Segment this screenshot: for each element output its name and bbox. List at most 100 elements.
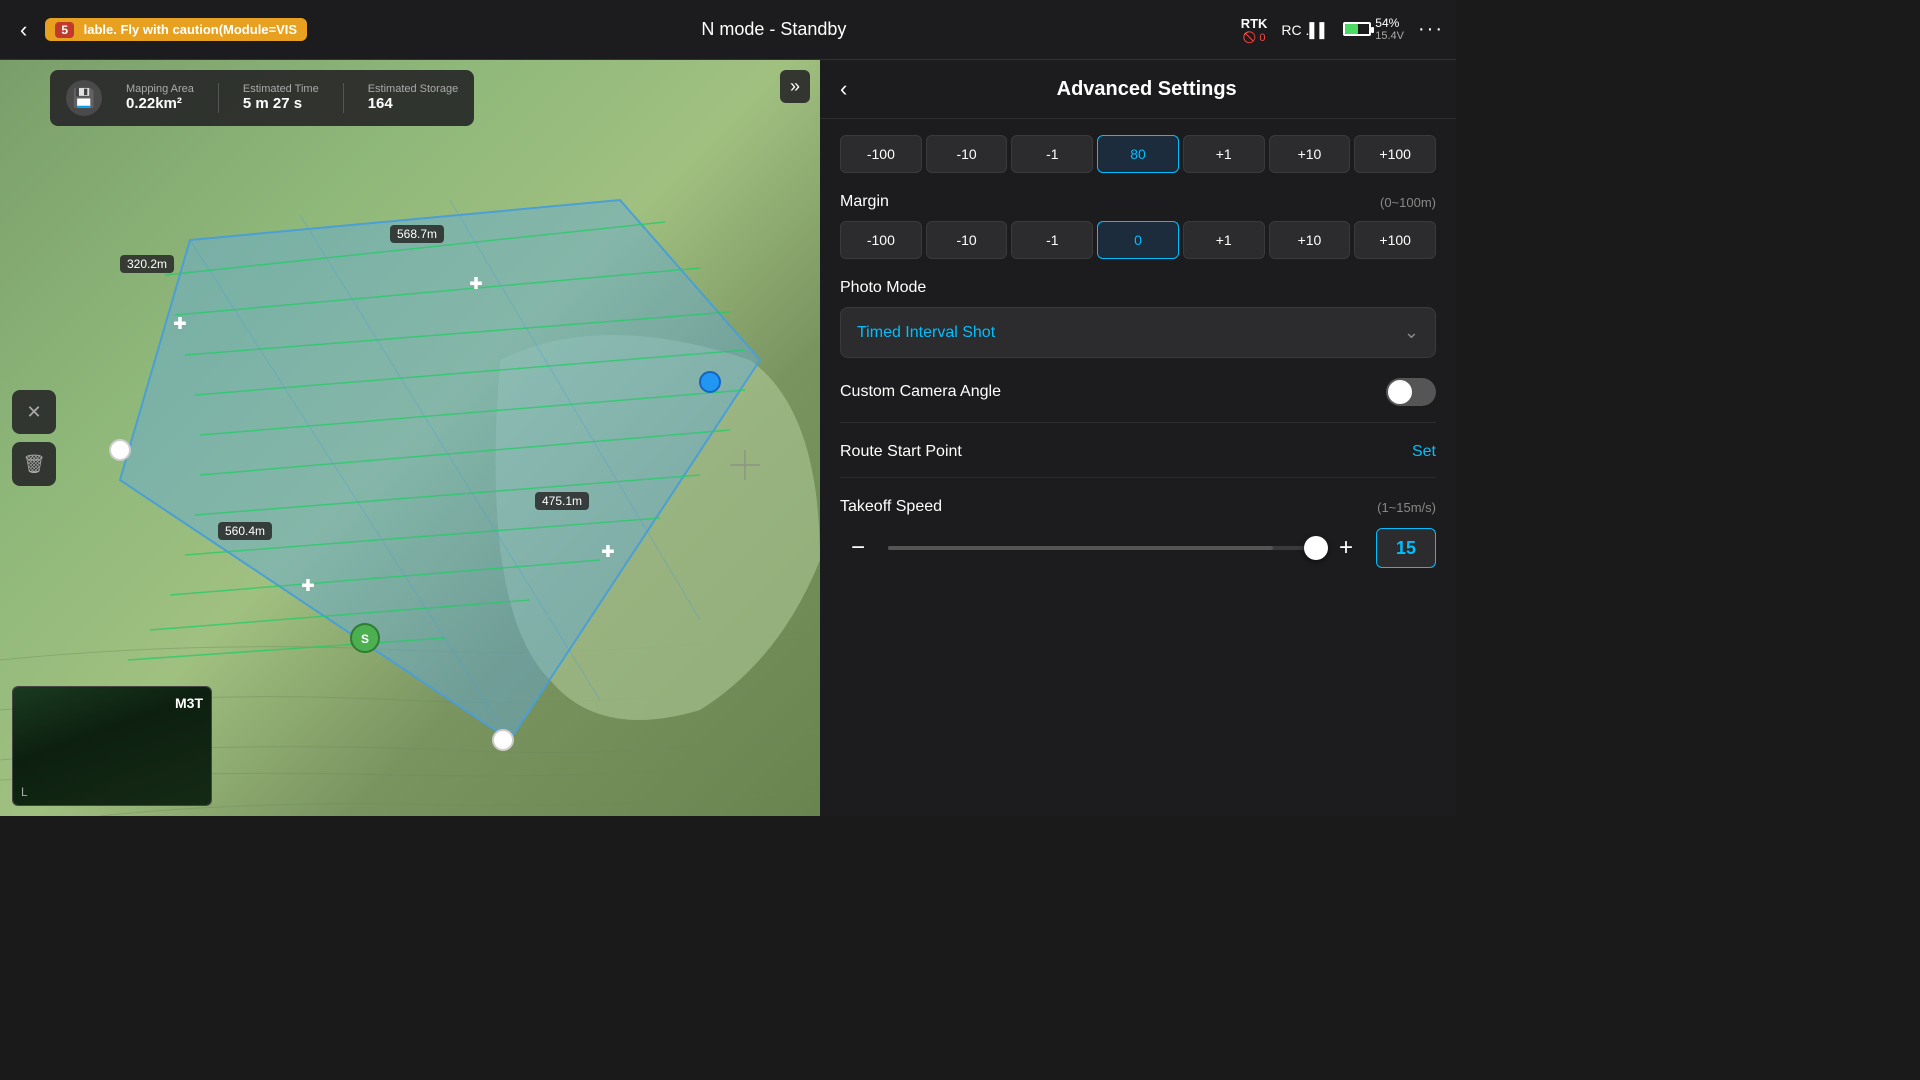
photo-mode-dropdown[interactable]: Timed Interval Shot ⌄ <box>840 307 1436 358</box>
takeoff-speed-section: Takeoff Speed (1~15m/s) − + 15 <box>840 498 1436 568</box>
speed-slider-track[interactable] <box>888 546 1316 550</box>
battery-info: 54% 15.4V <box>1375 16 1404 44</box>
custom-camera-toggle[interactable] <box>1386 378 1436 406</box>
settings-back-button[interactable]: ‹ <box>840 76 857 102</box>
altitude-minus10[interactable]: -10 <box>926 135 1008 173</box>
notification-text: lable. Fly with caution(Module=VIS <box>84 22 297 37</box>
mapping-area-value: 0.22km² <box>126 95 182 112</box>
margin-hint: (0~100m) <box>1380 195 1436 210</box>
notification-count: 5 <box>55 22 74 38</box>
divider-1 <box>218 83 219 113</box>
rtk-status: Advanced Settings RTK 🚫 0 <box>1241 16 1268 44</box>
left-toolbar: ✕ 🗑 <box>12 390 56 486</box>
margin-adjuster: -100 -10 -1 0 +1 +10 +100 <box>840 221 1436 259</box>
main-content: S + + + + 💾 Mapping Area 0.22km² <box>0 60 1456 816</box>
battery-percent: 54% <box>1375 16 1404 30</box>
takeoff-speed-hint: (1~15m/s) <box>1377 500 1436 515</box>
photo-mode-label: Photo Mode <box>840 279 926 297</box>
margin-section-header: Margin (0~100m) <box>840 193 1436 211</box>
estimated-time-info: Estimated Time 5 m 27 s <box>243 83 319 113</box>
rtk-sub: 🚫 0 <box>1243 31 1266 44</box>
svg-text:+: + <box>174 313 186 335</box>
estimated-storage-value: 164 <box>368 95 393 112</box>
estimated-storage-info: Estimated Storage 164 <box>368 83 459 113</box>
settings-body: -100 -10 -1 80 +1 +10 +100 Margin (0~100… <box>820 119 1456 816</box>
altitude-plus10[interactable]: +10 <box>1269 135 1351 173</box>
camera-preview[interactable]: M3T L <box>12 686 212 806</box>
mapping-area-info: Mapping Area 0.22km² <box>126 83 194 113</box>
margin-label: Margin <box>840 193 889 211</box>
takeoff-header: Takeoff Speed (1~15m/s) <box>840 498 1436 516</box>
divider-2 <box>343 83 344 113</box>
marker-waypoint <box>700 372 720 392</box>
takeoff-control: − + 15 <box>840 528 1436 568</box>
altitude-minus1[interactable]: -1 <box>1011 135 1093 173</box>
margin-plus10[interactable]: +10 <box>1269 221 1351 259</box>
svg-text:S: S <box>361 632 369 646</box>
trash-icon: 🗑 <box>23 454 46 475</box>
settings-header: ‹ Advanced Settings <box>820 60 1456 119</box>
custom-camera-row: Custom Camera Angle <box>840 378 1436 423</box>
notification-badge[interactable]: 5 lable. Fly with caution(Module=VIS <box>45 18 307 41</box>
altitude-plus1[interactable]: +1 <box>1183 135 1265 173</box>
route-start-label: Route Start Point <box>840 443 962 461</box>
altitude-adjuster: -100 -10 -1 80 +1 +10 +100 <box>840 135 1436 173</box>
marker-start <box>110 440 130 460</box>
distance-label-2: 475.1m <box>535 492 589 510</box>
close-icon: ✕ <box>26 402 41 423</box>
svg-text:+: + <box>602 541 614 563</box>
close-button[interactable]: ✕ <box>12 390 56 434</box>
toggle-thumb <box>1388 380 1412 404</box>
svg-text:+: + <box>302 575 314 597</box>
back-button[interactable]: ‹ <box>12 13 35 47</box>
dropdown-arrow-icon: ⌄ <box>1404 322 1419 343</box>
rc-signal: RC .▌▌ <box>1281 22 1329 38</box>
map-area[interactable]: S + + + + 💾 Mapping Area 0.22km² <box>0 60 820 816</box>
status-icons: Advanced Settings RTK 🚫 0 RC .▌▌ 54% 15.… <box>1241 16 1444 44</box>
top-bar: ‹ 5 lable. Fly with caution(Module=VIS N… <box>0 0 1456 60</box>
marker-end <box>493 730 513 750</box>
battery-voltage: 15.4V <box>1375 30 1404 43</box>
altitude-minus100[interactable]: -100 <box>840 135 922 173</box>
distance-label-1: 320.2m <box>120 255 174 273</box>
more-button[interactable]: ··· <box>1418 18 1444 41</box>
battery-icon <box>1343 22 1371 36</box>
info-panel: 💾 Mapping Area 0.22km² Estimated Time 5 … <box>50 70 474 126</box>
delete-button[interactable]: 🗑 <box>12 442 56 486</box>
expand-button[interactable]: » <box>780 70 810 103</box>
speed-slider-fill <box>888 546 1273 550</box>
settings-title: Advanced Settings <box>857 78 1436 101</box>
photo-mode-value: Timed Interval Shot <box>857 324 995 342</box>
takeoff-speed-label: Takeoff Speed <box>840 498 942 516</box>
flight-mode: N mode - Standby <box>317 19 1231 40</box>
margin-value[interactable]: 0 <box>1097 221 1179 259</box>
margin-minus10[interactable]: -10 <box>926 221 1008 259</box>
distance-label-0: 568.7m <box>390 225 444 243</box>
distance-label-3: 560.4m <box>218 522 272 540</box>
margin-plus1[interactable]: +1 <box>1183 221 1265 259</box>
camera-name: M3T <box>175 695 203 711</box>
altitude-value[interactable]: 80 <box>1097 135 1179 173</box>
rtk-text: RTK <box>1241 16 1268 31</box>
battery-fill <box>1345 24 1358 34</box>
camera-corner: L <box>21 785 28 799</box>
margin-plus100[interactable]: +100 <box>1354 221 1436 259</box>
custom-camera-label: Custom Camera Angle <box>840 383 1001 401</box>
photo-mode-header: Photo Mode <box>840 279 1436 297</box>
route-start-set-button[interactable]: Set <box>1412 443 1436 461</box>
margin-minus1[interactable]: -1 <box>1011 221 1093 259</box>
mapping-area-label: Mapping Area <box>126 83 194 95</box>
svg-text:+: + <box>470 273 482 295</box>
estimated-time-label: Estimated Time <box>243 83 319 95</box>
takeoff-speed-value: 15 <box>1376 528 1436 568</box>
save-button[interactable]: 💾 <box>66 80 102 116</box>
battery-block: 54% 15.4V <box>1343 16 1404 44</box>
takeoff-speed-plus[interactable]: + <box>1328 530 1364 566</box>
route-start-row: Route Start Point Set <box>840 443 1436 478</box>
estimated-storage-label: Estimated Storage <box>368 83 459 95</box>
takeoff-speed-minus[interactable]: − <box>840 530 876 566</box>
altitude-plus100[interactable]: +100 <box>1354 135 1436 173</box>
margin-minus100[interactable]: -100 <box>840 221 922 259</box>
speed-slider-thumb[interactable] <box>1304 536 1328 560</box>
estimated-time-value: 5 m 27 s <box>243 95 302 112</box>
